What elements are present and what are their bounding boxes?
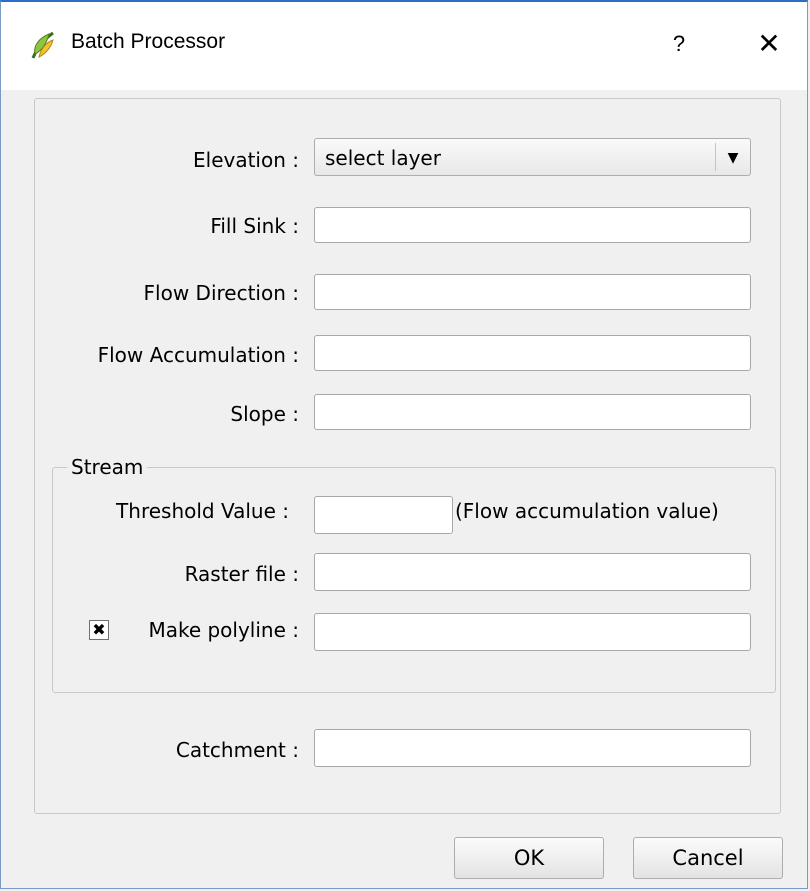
ok-button[interactable]: OK: [454, 837, 604, 879]
qgis-icon: [29, 30, 57, 60]
slope-label: Slope :: [230, 402, 299, 426]
stream-group-title: Stream: [67, 455, 148, 479]
close-button[interactable]: ✕: [749, 22, 789, 66]
combo-divider: [715, 143, 716, 171]
fill-sink-label: Fill Sink :: [210, 214, 299, 238]
flow-accumulation-label: Flow Accumulation :: [97, 343, 299, 367]
elevation-selected-value: select layer: [325, 146, 441, 170]
raster-file-label: Raster file :: [184, 562, 299, 586]
make-polyline-label: Make polyline :: [148, 618, 299, 642]
catchment-label: Catchment :: [175, 738, 299, 762]
raster-file-field[interactable]: [314, 553, 751, 591]
cancel-button[interactable]: Cancel: [633, 837, 783, 879]
slope-field[interactable]: [314, 394, 751, 430]
help-button[interactable]: ?: [661, 24, 697, 64]
elevation-label: Elevation :: [193, 148, 299, 172]
flow-direction-label: Flow Direction :: [143, 281, 299, 305]
flow-accumulation-field[interactable]: [314, 335, 751, 371]
make-polyline-field[interactable]: [314, 613, 751, 651]
flow-direction-field[interactable]: [314, 274, 751, 310]
batch-processor-dialog: Batch Processor ? ✕ Elevation : select l…: [0, 0, 808, 889]
threshold-value-field[interactable]: [314, 496, 453, 534]
title-bar: Batch Processor ? ✕: [1, 2, 807, 90]
chevron-down-icon[interactable]: ▼: [722, 147, 744, 169]
catchment-field[interactable]: [314, 729, 751, 767]
elevation-select[interactable]: select layer ▼: [314, 138, 751, 176]
threshold-hint: (Flow accumulation value): [455, 499, 719, 523]
fill-sink-field[interactable]: [314, 207, 751, 243]
window-title: Batch Processor: [71, 30, 226, 53]
make-polyline-checkbox[interactable]: ✖: [89, 620, 109, 640]
threshold-value-label: Threshold Value :: [116, 499, 289, 523]
